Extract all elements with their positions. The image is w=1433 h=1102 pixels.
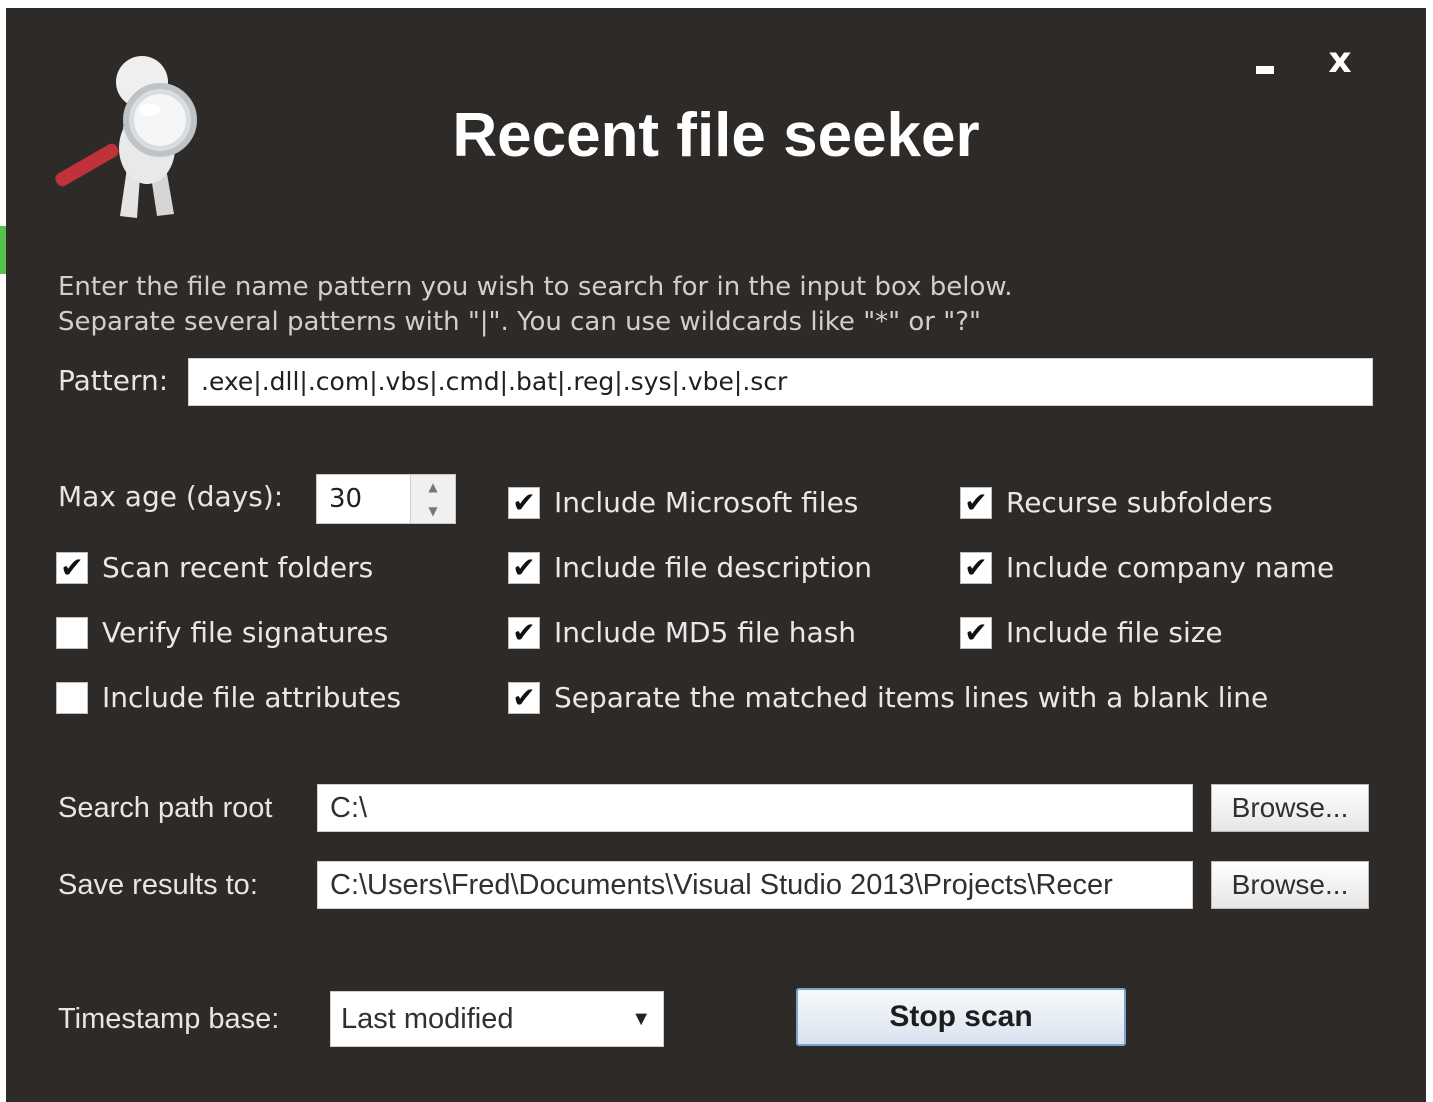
option-include-file-attributes[interactable]: Include file attributes [56,681,401,714]
instructions-line-1: Enter the file name pattern you wish to … [58,272,1013,302]
checkbox[interactable]: ✔ [508,681,540,714]
option-label: Scan recent folders [102,551,374,584]
option-include-file-size[interactable]: ✔ Include file size [960,616,1223,649]
option-recurse-subfolders[interactable]: ✔ Recurse subfolders [960,486,1273,519]
option-label: Include Microsoft files [554,486,859,519]
pattern-label: Pattern: [58,364,169,397]
instructions: Enter the file name pattern you wish to … [58,270,1258,340]
app-window: x Recent file seeker Enter the file name… [6,8,1426,1102]
option-include-file-description[interactable]: ✔ Include file description [508,551,872,584]
stepper-arrows: ▲ ▼ [410,475,455,523]
stepper-up-icon[interactable]: ▲ [411,475,455,499]
checkbox[interactable]: ✔ [508,616,540,649]
option-include-microsoft-files[interactable]: ✔ Include Microsoft files [508,486,858,519]
save-results-input[interactable]: C:\Users\Fred\Documents\Visual Studio 20… [317,861,1193,909]
checkbox[interactable]: ✔ [508,551,540,584]
save-results-browse-button[interactable]: Browse... [1211,861,1369,909]
pattern-input[interactable]: .exe|.dll|.com|.vbs|.cmd|.bat|.reg|.sys|… [188,358,1373,406]
instructions-line-2: Separate several patterns with "|". You … [58,307,981,337]
option-separate-blank-line[interactable]: ✔ Separate the matched items lines with … [508,681,1268,714]
checkbox[interactable] [56,616,88,649]
option-label: Include MD5 file hash [554,616,857,649]
search-path-label: Search path root [58,792,273,824]
checkbox[interactable]: ✔ [960,486,992,519]
search-path-input[interactable]: C:\ [317,784,1193,832]
stepper-down-icon[interactable]: ▼ [411,499,455,523]
max-age-value[interactable]: 30 [329,475,362,523]
magnifier-figure-icon [55,56,197,218]
checkbox[interactable]: ✔ [56,551,88,584]
minimize-icon [1256,66,1274,74]
close-icon: x [1328,40,1352,81]
stop-scan-button[interactable]: Stop scan [796,988,1126,1046]
timestamp-label: Timestamp base: [58,1003,280,1035]
option-include-md5-file-hash[interactable]: ✔ Include MD5 file hash [508,616,856,649]
app-title: Recent file seeker [452,101,980,170]
option-label: Separate the matched items lines with a … [554,681,1269,714]
option-verify-file-signatures[interactable]: Verify file signatures [56,616,388,649]
chevron-down-icon[interactable]: ▼ [631,992,651,1046]
save-results-label: Save results to: [58,869,258,901]
option-label: Include file description [554,551,873,584]
option-label: Verify file signatures [102,616,389,649]
option-include-company-name[interactable]: ✔ Include company name [960,551,1334,584]
search-path-browse-button[interactable]: Browse... [1211,784,1369,832]
minimize-button[interactable] [1242,38,1290,84]
timestamp-select[interactable]: Last modified ▼ [330,991,664,1047]
timestamp-selected: Last modified [341,1003,514,1035]
option-label: Include file attributes [102,681,402,714]
close-button[interactable]: x [1316,38,1364,84]
checkbox[interactable]: ✔ [960,616,992,649]
max-age-stepper[interactable]: 30 ▲ ▼ [316,474,456,524]
option-label: Include file size [1006,616,1223,649]
option-label: Include company name [1006,551,1335,584]
option-scan-recent-folders[interactable]: ✔ Scan recent folders [56,551,373,584]
option-label: Recurse subfolders [1006,486,1273,519]
checkbox[interactable]: ✔ [508,486,540,519]
checkbox[interactable]: ✔ [960,551,992,584]
max-age-label: Max age (days): [58,480,284,513]
checkbox[interactable] [56,681,88,714]
